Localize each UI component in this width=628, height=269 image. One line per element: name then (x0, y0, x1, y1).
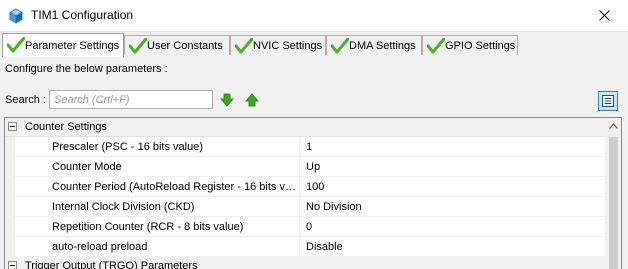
parameter-value[interactable]: No Division (306, 201, 362, 213)
green-check-icon (7, 37, 25, 53)
green-check-icon (129, 38, 147, 54)
parameter-value[interactable]: 100 (306, 181, 324, 193)
tab-label: NVIC Settings (253, 40, 323, 52)
parameter-row-clock-division[interactable]: Internal Clock Division (CKD) No Divisio… (15, 197, 605, 217)
scroll-thumb[interactable] (609, 137, 618, 269)
parameter-row-counter-mode[interactable]: Counter Mode Up (15, 157, 605, 177)
green-check-icon (427, 38, 445, 54)
parameter-value[interactable]: Disable (306, 241, 343, 253)
parameter-row-prescaler[interactable]: Prescaler (PSC - 16 bits value) 1 (15, 137, 605, 157)
collapse-icon[interactable] (8, 261, 17, 269)
parameter-row-auto-reload-preload[interactable]: auto-reload preload Disable (15, 237, 605, 257)
instruction-text: Configure the below parameters : (5, 63, 168, 75)
list-view-icon (602, 95, 614, 107)
tab-label: Parameter Settings (25, 40, 120, 52)
tab-label: GPIO Settings (445, 40, 516, 52)
search-previous-button[interactable] (245, 93, 259, 107)
view-mode-button[interactable] (598, 91, 618, 111)
property-grid: Counter Settings Prescaler (PSC - 16 bit… (4, 117, 622, 269)
category-trigger-output[interactable]: Trigger Output (TRGO) Parameters (5, 257, 605, 269)
tab-strip: Parameter Settings User Constants NVIC S… (0, 32, 628, 57)
tab-nvic-settings[interactable]: NVIC Settings (230, 35, 326, 55)
close-button[interactable] (582, 0, 628, 31)
parameter-name: Counter Mode (15, 157, 300, 176)
tab-parameter-settings[interactable]: Parameter Settings (2, 33, 124, 57)
parameter-name: Repetition Counter (RCR - 8 bits value) (15, 217, 300, 236)
parameter-name: Counter Period (AutoReload Register - 16… (15, 177, 300, 196)
parameter-name: Prescaler (PSC - 16 bits value) (15, 137, 300, 156)
close-icon (599, 10, 610, 21)
parameter-name: auto-reload preload (15, 237, 300, 256)
parameter-value[interactable]: 1 (306, 141, 312, 153)
parameter-name: Internal Clock Division (CKD) (15, 197, 300, 216)
category-label: Trigger Output (TRGO) Parameters (25, 260, 198, 269)
green-check-icon (331, 38, 349, 54)
arrow-down-icon (220, 93, 234, 107)
category-label: Counter Settings (25, 121, 107, 133)
parameter-row-counter-period[interactable]: Counter Period (AutoReload Register - 16… (15, 177, 605, 197)
tab-dma-settings[interactable]: DMA Settings (326, 35, 422, 55)
search-input[interactable] (49, 90, 213, 109)
collapse-icon[interactable] (8, 122, 17, 131)
tab-gpio-settings[interactable]: GPIO Settings (422, 35, 518, 55)
search-next-button[interactable] (220, 93, 234, 107)
category-gutter (5, 137, 15, 257)
title-bar: TIM1 Configuration (0, 0, 628, 32)
parameter-value[interactable]: 0 (306, 221, 312, 233)
parameter-value[interactable]: Up (306, 161, 320, 173)
scroll-up-icon[interactable] (609, 123, 618, 129)
parameter-settings-panel: Configure the below parameters : Search … (0, 56, 628, 269)
cube-icon (8, 8, 24, 24)
window-title: TIM1 Configuration (31, 8, 134, 22)
parameter-row-repetition-counter[interactable]: Repetition Counter (RCR - 8 bits value) … (15, 217, 605, 237)
tab-label: User Constants (147, 40, 223, 52)
vertical-scrollbar[interactable] (605, 118, 621, 269)
arrow-up-icon (245, 93, 259, 107)
search-label: Search : (5, 94, 46, 106)
tab-label: DMA Settings (349, 40, 416, 52)
category-counter-settings[interactable]: Counter Settings (5, 118, 605, 137)
green-check-icon (235, 38, 253, 54)
tab-user-constants[interactable]: User Constants (124, 35, 230, 55)
